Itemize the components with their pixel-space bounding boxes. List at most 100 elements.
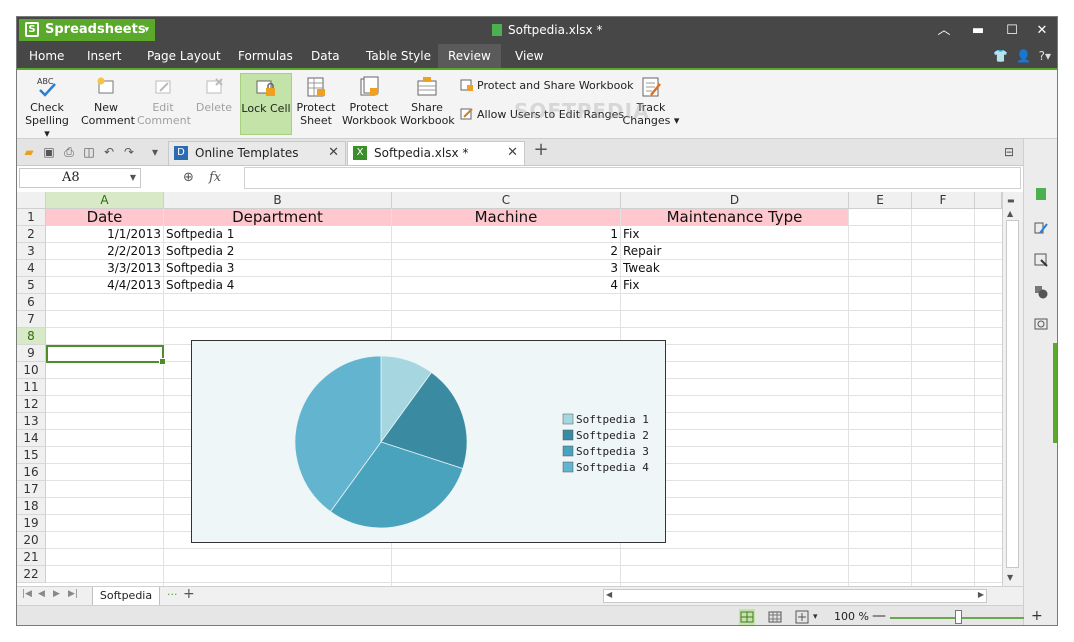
column-header-b[interactable]: B <box>164 192 392 209</box>
user-icon[interactable]: 👤 <box>1016 49 1031 63</box>
protect-workbook-button[interactable]: Protect Workbook <box>342 73 397 135</box>
style-icon[interactable] <box>1034 221 1048 235</box>
lock-cell-button[interactable]: Lock Cell <box>240 73 292 135</box>
cell-b2[interactable]: Softpedia 1 <box>166 226 391 243</box>
cell-c5[interactable]: 4 <box>392 277 620 294</box>
fx-icon[interactable]: fx <box>209 168 221 188</box>
prev-sheet-icon[interactable]: ◀ <box>38 589 45 599</box>
cell-a2[interactable]: 1/1/2013 <box>46 226 163 243</box>
row-header-19[interactable]: 19 <box>17 515 46 532</box>
column-header-g[interactable] <box>975 192 1002 209</box>
last-sheet-icon[interactable]: ▶| <box>68 589 78 599</box>
menu-view[interactable]: View <box>505 44 553 68</box>
row-header-2[interactable]: 2 <box>17 226 46 243</box>
formula-input[interactable] <box>244 167 1021 189</box>
redo-icon[interactable]: ↷ <box>121 144 137 160</box>
fill-handle[interactable] <box>159 358 166 365</box>
protect-share-workbook-button[interactable]: Protect and Share Workbook <box>460 77 634 95</box>
help-icon[interactable]: ?▾ <box>1039 49 1051 63</box>
cell-c2[interactable]: 1 <box>392 226 620 243</box>
row-header-10[interactable]: 10 <box>17 362 46 379</box>
column-header-e[interactable]: E <box>849 192 912 209</box>
cell-c1[interactable]: Machine <box>392 209 620 226</box>
pie-chart[interactable]: Softpedia 1 Softpedia 2 Softpedia 3 Softped… <box>191 340 666 543</box>
menu-review[interactable]: Review <box>438 44 501 68</box>
row-header-17[interactable]: 17 <box>17 481 46 498</box>
open-icon[interactable]: ▰ <box>21 144 37 160</box>
delete-comment-button[interactable]: Delete <box>193 73 235 135</box>
column-header-a[interactable]: A <box>46 192 164 209</box>
next-sheet-icon[interactable]: ▶ <box>53 589 60 599</box>
cell-a5[interactable]: 4/4/2013 <box>46 277 163 294</box>
row-header-11[interactable]: 11 <box>17 379 46 396</box>
row-header-9[interactable]: 9 <box>17 345 46 362</box>
cell-b3[interactable]: Softpedia 2 <box>166 243 391 260</box>
scroll-down-icon[interactable]: ▼ <box>1007 573 1013 582</box>
row-header-20[interactable]: 20 <box>17 532 46 549</box>
row-header-7[interactable]: 7 <box>17 311 46 328</box>
check-spelling-button[interactable]: ABC Check Spelling ▾ <box>21 73 73 140</box>
shapes-icon[interactable] <box>1034 285 1048 299</box>
row-header-15[interactable]: 15 <box>17 447 46 464</box>
cell-c3[interactable]: 2 <box>392 243 620 260</box>
protect-sheet-button[interactable]: Protect Sheet <box>294 73 338 135</box>
undo-icon[interactable]: ↶ <box>101 144 117 160</box>
row-header-12[interactable]: 12 <box>17 396 46 413</box>
cell-a3[interactable]: 2/2/2013 <box>46 243 163 260</box>
cell-d4[interactable]: Tweak <box>623 260 848 277</box>
print-icon[interactable]: ⎙ <box>61 144 77 160</box>
cell-a4[interactable]: 3/3/2013 <box>46 260 163 277</box>
tab-list-icon[interactable]: ⊟ <box>1001 144 1017 160</box>
row-header-6[interactable]: 6 <box>17 294 46 311</box>
menu-data[interactable]: Data <box>301 44 350 68</box>
cell-d3[interactable]: Repair <box>623 243 848 260</box>
cell-c4[interactable]: 3 <box>392 260 620 277</box>
print-preview-icon[interactable]: ◫ <box>81 144 97 160</box>
horizontal-scrollbar[interactable]: ◀ ▶ <box>603 589 987 603</box>
edit-comment-button[interactable]: Edit Comment <box>137 73 191 135</box>
task-pane-expand-handle[interactable] <box>1053 343 1057 443</box>
select-icon[interactable] <box>1034 253 1048 267</box>
first-sheet-icon[interactable]: |◀ <box>22 589 32 599</box>
new-tab-icon[interactable]: + <box>533 141 549 159</box>
close-tab-icon[interactable]: ✕ <box>328 142 339 164</box>
fullscreen-icon[interactable] <box>794 609 810 625</box>
page-break-view-icon[interactable] <box>767 609 783 625</box>
close-button[interactable]: ✕ <box>1027 17 1057 44</box>
menu-page-layout[interactable]: Page Layout <box>137 44 231 68</box>
cell-b4[interactable]: Softpedia 3 <box>166 260 391 277</box>
column-header-f[interactable]: F <box>912 192 975 209</box>
scroll-up-icon[interactable]: ▲ <box>1007 209 1013 218</box>
name-box[interactable]: A8 ▼ <box>19 168 141 188</box>
minimize-button[interactable]: ▬ <box>963 17 993 44</box>
quick-access-dropdown-icon[interactable]: ▾ <box>147 144 163 160</box>
new-document-icon[interactable] <box>1034 187 1048 201</box>
selected-cell-a8[interactable] <box>46 345 166 365</box>
row-header-5[interactable]: 5 <box>17 277 46 294</box>
cell-b1[interactable]: Department <box>164 209 391 226</box>
more-sheets-icon[interactable]: ··· <box>167 588 178 601</box>
close-tab-icon[interactable]: ✕ <box>507 142 518 164</box>
backup-icon[interactable] <box>1034 317 1048 331</box>
column-header-c[interactable]: C <box>392 192 621 209</box>
tab-softpedia-xlsx[interactable]: X Softpedia.xlsx * ✕ <box>347 141 525 165</box>
tab-online-templates[interactable]: D Online Templates ✕ <box>168 141 346 165</box>
chevron-down-icon[interactable]: ▾ <box>813 609 818 625</box>
row-header-8[interactable]: 8 <box>17 328 46 345</box>
chevron-down-icon[interactable]: ▼ <box>130 169 136 187</box>
menu-insert[interactable]: Insert <box>77 44 131 68</box>
column-header-d[interactable]: D <box>621 192 849 209</box>
maximize-button[interactable]: ☐ <box>997 17 1027 44</box>
cell-d1[interactable]: Maintenance Type <box>621 209 848 226</box>
row-header-13[interactable]: 13 <box>17 413 46 430</box>
vertical-scrollbar[interactable]: ▬ ▲ ▼ <box>1002 192 1023 586</box>
collapse-ribbon-button[interactable]: ︿ <box>929 17 959 44</box>
menu-table-style[interactable]: Table Style <box>356 44 441 68</box>
row-header-22[interactable]: 22 <box>17 566 46 583</box>
skin-icon[interactable]: 👕 <box>993 49 1008 63</box>
vertical-scroll-thumb[interactable] <box>1006 220 1019 568</box>
row-header-18[interactable]: 18 <box>17 498 46 515</box>
scroll-right-icon[interactable]: ▶ <box>978 590 984 599</box>
scroll-split-icon[interactable]: ▬ <box>1007 196 1015 205</box>
save-icon[interactable]: ▣ <box>41 144 57 160</box>
